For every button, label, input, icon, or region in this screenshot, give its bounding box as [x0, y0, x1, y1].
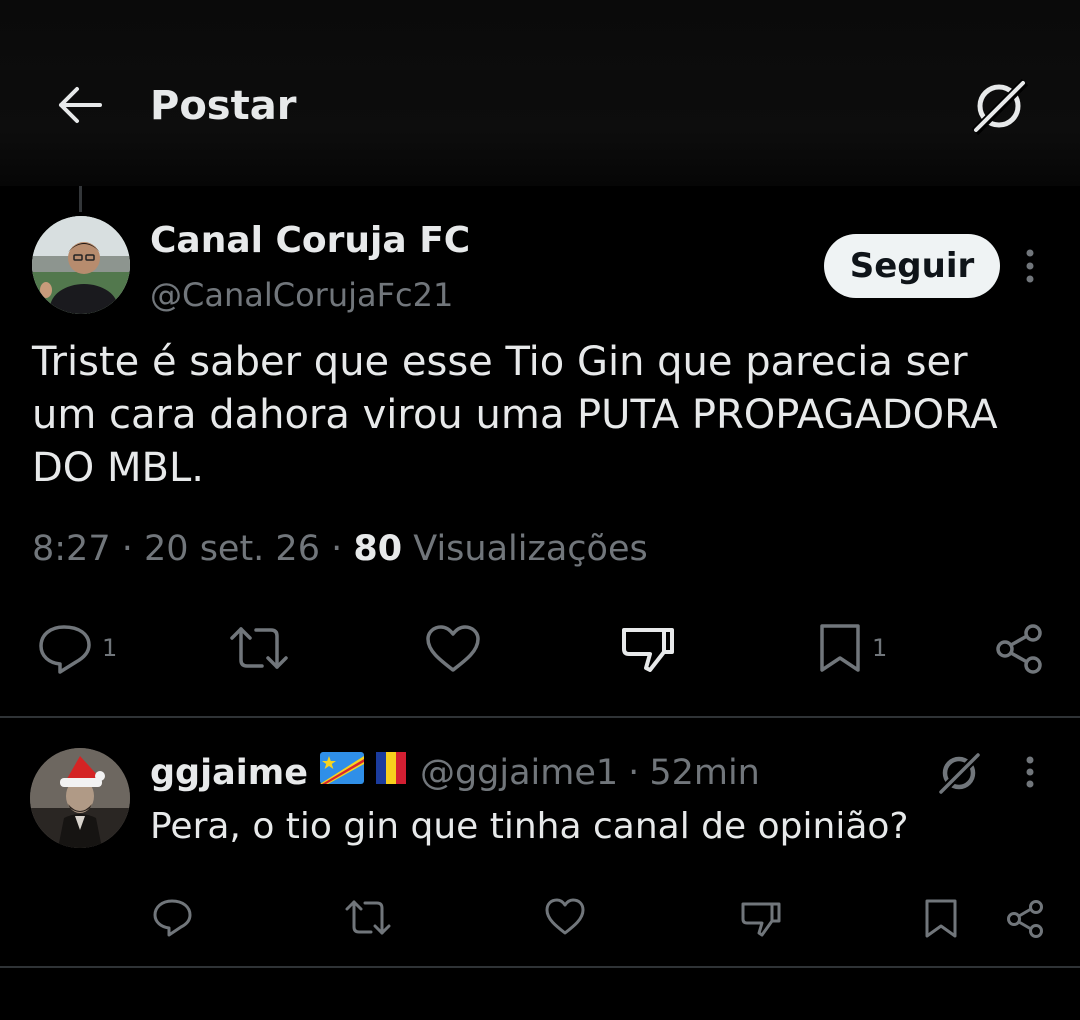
avatar[interactable] [32, 216, 130, 314]
more-options-button[interactable] [1012, 752, 1048, 792]
views-count[interactable]: 80 [353, 529, 402, 569]
post-text-line: DO MBL. [32, 445, 204, 491]
share-icon [1007, 900, 1043, 938]
arrow-left-icon [59, 87, 102, 123]
meta-separator: · [121, 529, 133, 569]
follow-button[interactable]: Seguir [824, 234, 1000, 298]
repost-icon [230, 627, 288, 669]
heart-icon [426, 625, 480, 672]
post-text-line: um cara dahora virou uma PUTA PROPAGADOR… [32, 392, 998, 438]
bookmark-count: 1 [872, 634, 888, 662]
dislike-button[interactable] [740, 900, 782, 938]
reply-time[interactable]: 52min [649, 750, 760, 796]
meta-separator: · [628, 753, 640, 793]
more-options-button[interactable] [1010, 246, 1050, 286]
heart-icon [545, 898, 585, 935]
bookmark-button[interactable]: 1 [816, 622, 887, 674]
reply-text: Pera, o tio gin que tinha canal de opini… [150, 806, 909, 847]
avatar-photo [30, 748, 130, 848]
page-title: Postar [150, 83, 297, 129]
like-button[interactable] [424, 624, 482, 674]
repost-icon [345, 900, 391, 935]
post-date: 20 set. 26 [144, 529, 320, 569]
share-icon [996, 624, 1042, 674]
thread-connector-line [79, 186, 82, 212]
romania-flag-icon [375, 750, 406, 796]
bookmark-icon [820, 624, 860, 672]
grok-button[interactable] [966, 74, 1032, 138]
post-text: Triste é saber que esse Tio Gin que pare… [32, 336, 1052, 495]
reply-button[interactable] [152, 898, 194, 938]
share-button[interactable] [992, 622, 1046, 676]
repost-button[interactable] [344, 898, 392, 938]
reply-count: 1 [102, 634, 118, 662]
author-name[interactable]: Canal Coruja FC [150, 218, 470, 264]
more-vertical-icon [1026, 249, 1034, 283]
thumbs-down-icon [741, 902, 781, 937]
back-button[interactable] [54, 82, 104, 128]
post-text-line: Triste é saber que esse Tio Gin que pare… [32, 339, 968, 385]
reply-header: ggjaime @ggjaime1 · 52min [150, 750, 760, 796]
divider [0, 966, 1080, 968]
post-time: 8:27 [32, 529, 111, 569]
author-handle[interactable]: @CanalCorujaFc21 [150, 274, 453, 316]
thumbs-down-icon [622, 628, 674, 672]
grok-icon [937, 751, 982, 796]
divider [0, 716, 1080, 718]
grok-icon [971, 78, 1029, 136]
reply-author-handle[interactable]: @ggjaime1 [420, 750, 618, 796]
reply-button[interactable]: 1 [36, 622, 117, 674]
dislike-button[interactable] [620, 624, 676, 674]
meta-separator: · [331, 529, 343, 569]
more-vertical-icon [1026, 756, 1034, 788]
repost-button[interactable] [228, 624, 290, 672]
views-label[interactable]: Visualizações [413, 529, 647, 569]
reply-icon [153, 899, 192, 937]
like-button[interactable] [544, 898, 586, 936]
reply-icon [39, 625, 91, 674]
reply-author-name[interactable]: ggjaime [150, 750, 308, 796]
bookmark-button[interactable] [922, 898, 960, 940]
grok-button[interactable] [934, 748, 984, 798]
reply-avatar[interactable] [30, 748, 130, 848]
bookmark-icon [925, 899, 957, 938]
post-meta: 8:27 · 20 set. 26 · 80 Visualizações [32, 524, 648, 574]
share-button[interactable] [1004, 898, 1046, 940]
congo-flag-icon [319, 750, 364, 796]
avatar-photo [32, 216, 130, 314]
